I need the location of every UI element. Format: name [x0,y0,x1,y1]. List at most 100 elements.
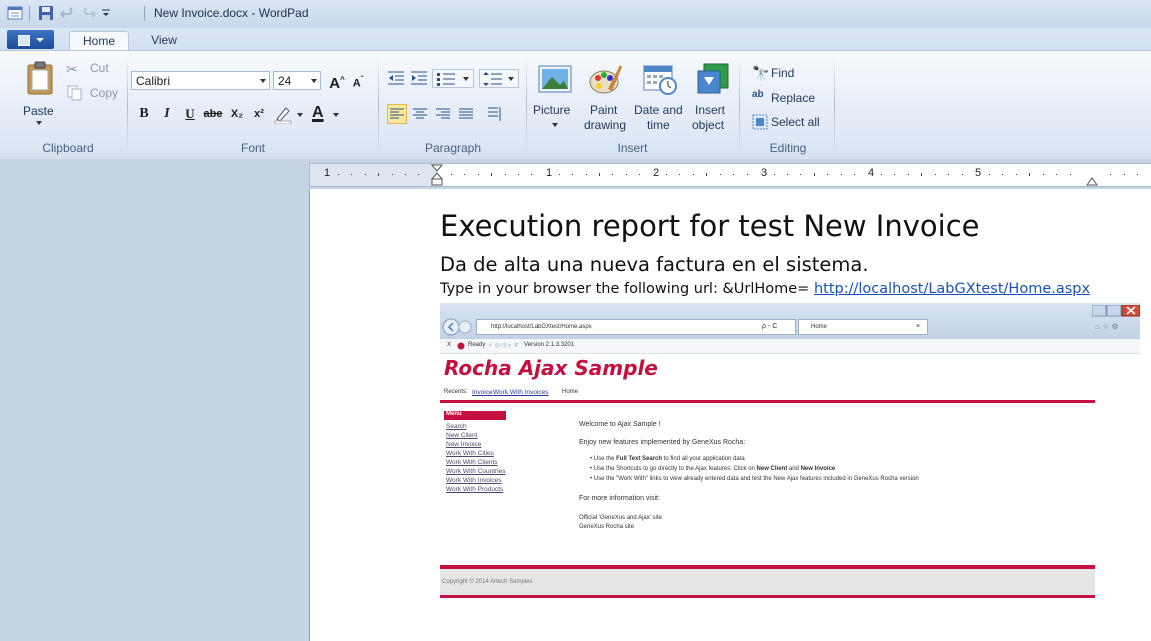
decrease-indent-icon[interactable] [387,70,405,86]
menu-item: New Invoice [446,441,482,448]
status-version-text: Version 2.1.3.3201 [524,342,575,348]
shrink-font-button[interactable]: Aˇ [348,70,368,90]
paste-label: Paste [23,104,54,118]
chevron-down-icon [260,79,266,83]
recents-bar: Recents: Invoice Work With Invoices Home [444,389,1094,399]
font-color-button[interactable]: A [309,104,343,124]
justify-button[interactable] [456,104,476,124]
replace-button[interactable]: ab Replace [752,89,826,107]
browser-address-text: http://localhost/LabGXtest/Home.aspx [491,324,592,330]
menu-item: Work With Clients [446,459,498,466]
picture-button[interactable]: Picture [532,63,578,137]
font-size-select[interactable]: 24 [273,71,321,90]
document-heading: Execution report for test New Invoice [440,209,980,243]
redo-icon[interactable] [80,5,96,21]
home-url-link[interactable]: http://localhost/LabGXtest/Home.aspx [814,281,1090,297]
cut-button[interactable]: ✂ Cut [66,59,122,77]
customize-quick-access-icon[interactable] [101,8,111,18]
align-center-button[interactable] [410,104,430,124]
align-left-button[interactable] [387,104,407,124]
browser-command-bar: X Ready ✓ ◎ ◷ ◐ ✗ Version 2.1.3.3201 [440,339,1140,354]
select-all-icon [752,114,768,130]
browser-tab-home: Home × [798,319,928,335]
bullet-bold-text: Full Text Search [616,456,663,462]
font-group-label: Font [240,141,265,155]
highlight-color-button[interactable] [273,104,307,125]
align-right-button[interactable] [433,104,453,124]
recent-invoice-link: Invoice [472,389,493,396]
increase-indent-icon[interactable] [410,70,428,86]
window-controls-icon [1092,305,1140,317]
font-family-select[interactable]: Calibri [131,71,270,90]
paste-icon [27,61,53,95]
paragraph-dialog-button[interactable] [485,104,505,124]
font-family-value: Calibri [136,74,171,88]
replace-icon: ab [752,89,764,100]
horizontal-ruler[interactable]: 1 1 2 3 4 5 [309,163,1151,187]
justify-icon [459,108,473,119]
insert-object-label-line2: object [692,118,725,132]
insert-group-label: Insert [617,141,648,155]
embedded-browser-screenshot: http://localhost/LabGXtest/Home.aspx ρ -… [440,303,1140,623]
date-time-label-line1: Date and [634,103,683,117]
right-indent-marker-icon[interactable] [1086,176,1098,186]
superscript-button[interactable]: x² [249,104,269,124]
menu-header: Menu [444,411,506,420]
menu-item: Work With Invoices [446,477,502,484]
bullet-bold-text: New Invoice [800,466,836,472]
paint-drawing-button[interactable]: Paint drawing [580,63,630,137]
insert-object-button[interactable]: Insert object [690,63,736,137]
status-tools-icons: ✓ ◎ ◷ ◐ ✗ [488,343,519,349]
align-center-icon [413,108,427,119]
underline-button[interactable]: U [180,104,200,124]
subscript-button[interactable]: X₂ [227,104,247,124]
application-menu-button[interactable] [7,30,54,49]
tab-home[interactable]: Home [69,31,129,51]
calendar-clock-icon [643,65,677,95]
document-subheading: Da de alta una nueva factura en el siste… [440,253,869,276]
bullets-list-button[interactable] [432,69,474,88]
copy-icon [67,85,82,101]
highlighter-pen-icon [274,107,292,125]
tab-view[interactable]: View [143,31,185,50]
scissors-icon: ✂ [66,61,78,77]
menu-item: Work With Cities [446,450,494,457]
bold-button[interactable]: B [134,104,154,124]
enjoy-text: Enjoy new features implemented by GeneXu… [579,439,746,446]
status-ready-text: Ready [468,342,486,348]
document-page[interactable]: Execution report for test New Invoice Da… [309,189,1151,641]
undo-icon[interactable] [60,5,76,21]
paragraph-group-label: Paragraph [424,141,482,155]
chevron-down-icon [297,113,303,117]
copy-label: Copy [90,86,119,100]
select-all-button[interactable]: Select all [752,113,828,131]
grow-font-button[interactable]: A^ [327,70,347,92]
ribbon-tab-row: Home View [0,28,1151,51]
site-menu: Menu Search New Client New Invoice Work … [444,411,506,507]
bullet-text: to find all your application data [662,456,745,462]
document-instruction-line: Type in your browser the following url: … [440,281,1090,297]
picture-icon [538,65,572,93]
save-icon[interactable] [38,5,54,21]
line-spacing-icon [483,72,502,86]
italic-button[interactable]: I [157,104,177,124]
insert-object-icon [697,63,729,94]
menu-item: Work With Countries [446,468,506,475]
cut-label: Cut [90,61,109,75]
status-ready-icon [457,342,465,350]
official-site-link: Official 'GeneXus and Ajax' site [579,515,662,521]
align-left-icon [390,108,404,119]
find-button[interactable]: 🔭 Find [752,65,822,83]
copy-button[interactable]: Copy [66,84,122,102]
recents-label: Recents: [444,389,468,395]
paste-button[interactable]: Paste [20,61,60,125]
select-all-label: Select all [771,115,820,129]
chevron-down-icon [463,77,469,81]
menu-item: New Client [446,432,478,439]
browser-search-refresh-icon: ρ - C [762,323,778,330]
strikethrough-button[interactable]: abe [203,104,223,124]
date-time-button[interactable]: Date and time [634,63,686,137]
line-spacing-button[interactable] [479,69,519,88]
replace-label: Replace [771,91,816,105]
indent-marker-icon[interactable] [431,164,443,186]
